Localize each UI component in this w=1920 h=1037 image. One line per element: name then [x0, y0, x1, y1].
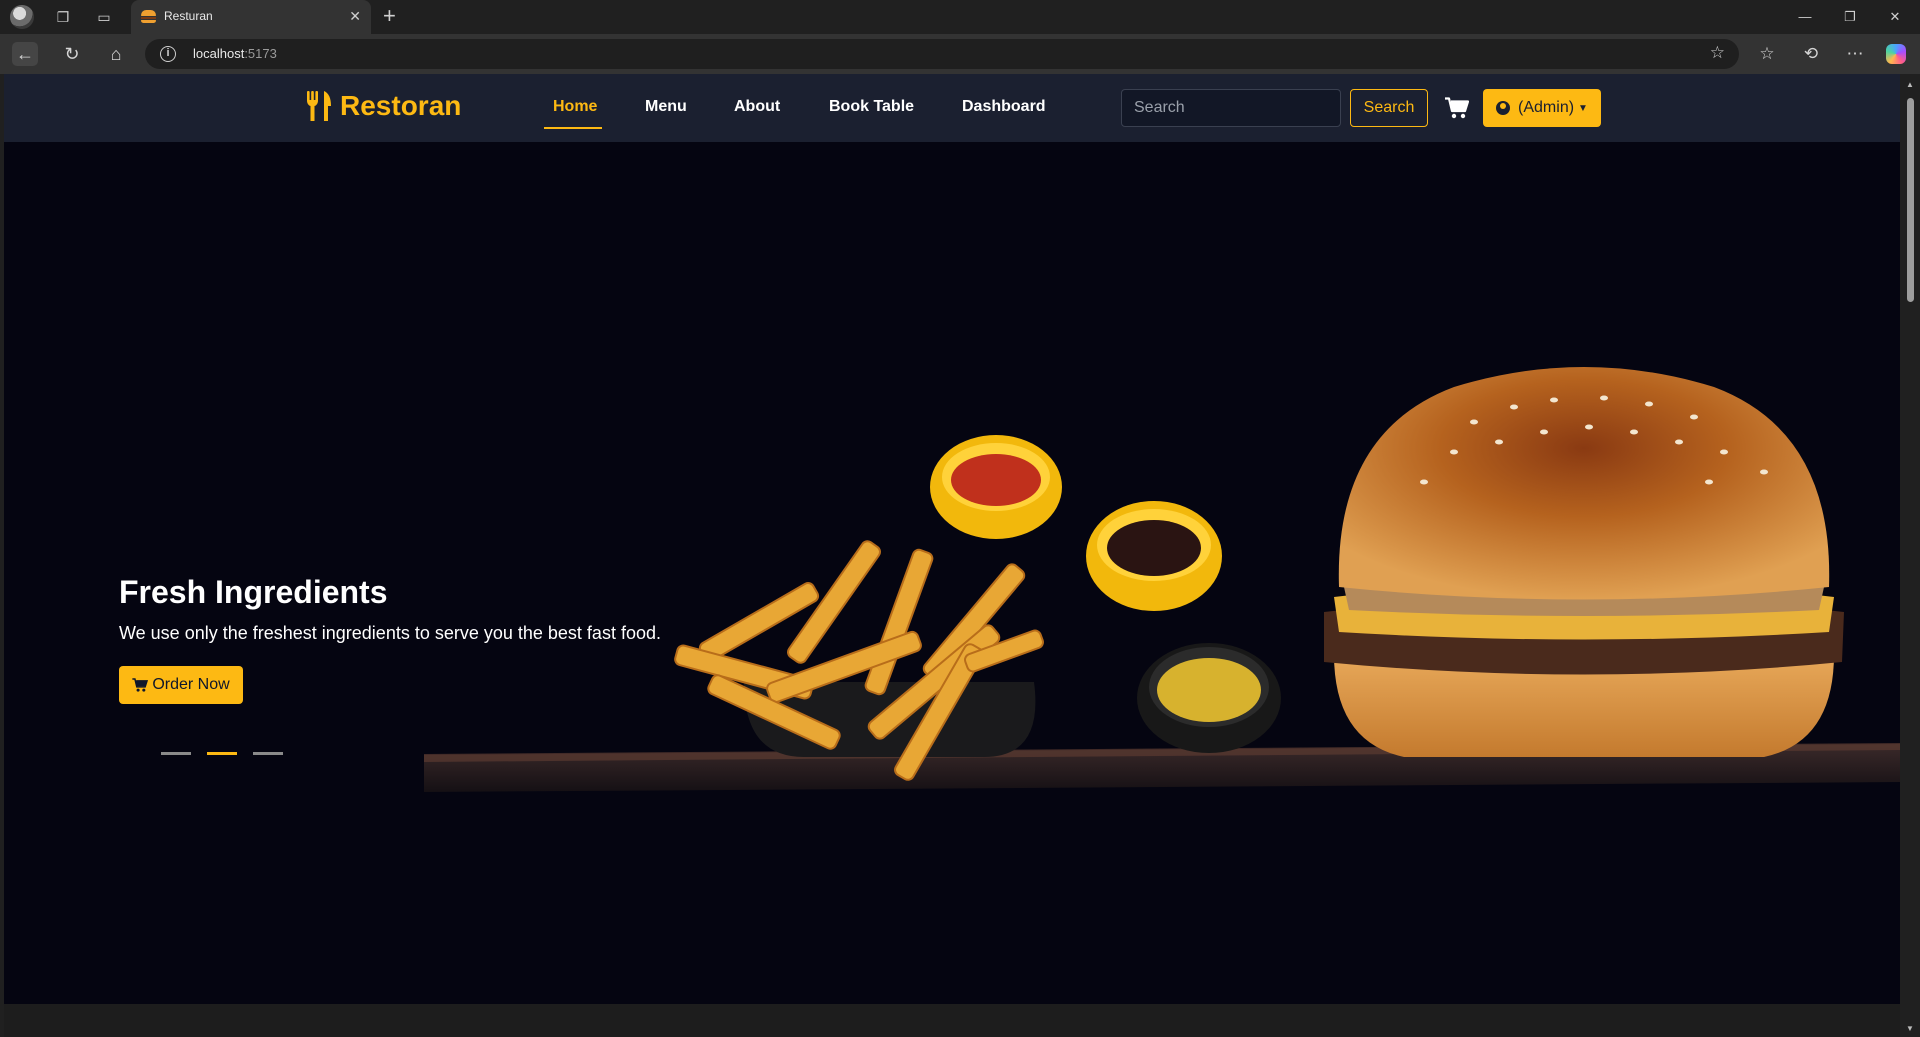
carousel-indicator-2[interactable] — [207, 752, 237, 755]
browser-tab[interactable]: Resturan ✕ — [131, 0, 371, 34]
address-bar[interactable]: i localhost:5173 ☆ — [145, 39, 1739, 69]
scroll-up-icon[interactable]: ▲ — [1906, 80, 1914, 89]
back-icon[interactable]: ← — [12, 42, 38, 66]
account-label: (Admin) — [1518, 99, 1575, 116]
copilot-icon[interactable] — [1886, 44, 1906, 64]
scroll-thumb[interactable] — [1907, 98, 1914, 302]
info-icon[interactable]: i — [160, 46, 176, 62]
close-window-icon[interactable]: ✕ — [1880, 6, 1910, 28]
carousel-indicator-1[interactable] — [161, 752, 191, 755]
account-dropdown-button[interactable]: (Admin) ▼ — [1483, 89, 1601, 127]
nav-link-about[interactable]: About — [734, 98, 780, 116]
page-scrollbar[interactable]: ▲ ▼ — [1900, 74, 1920, 1037]
tab-title: Resturan — [164, 9, 213, 23]
hero-title: Fresh Ingredients — [119, 574, 388, 610]
burger-favicon-icon — [141, 10, 156, 23]
mustard-bowl — [1137, 643, 1281, 753]
home-icon[interactable]: ⌂ — [103, 42, 129, 66]
hero-subtitle: We use only the freshest ingredients to … — [119, 623, 661, 643]
order-now-label: Order Now — [152, 676, 230, 693]
page-viewport: Restoran Home Menu About Book Table Dash… — [4, 74, 1900, 1037]
workspaces-icon[interactable]: ❐ — [52, 6, 74, 28]
favorite-star-icon[interactable]: ☆ — [1710, 43, 1725, 63]
brand-logo[interactable]: Restoran — [306, 90, 461, 122]
history-icon[interactable]: ⟲ — [1798, 42, 1824, 66]
minimize-icon[interactable]: — — [1790, 6, 1820, 28]
hero-carousel: Fresh Ingredients We use only the freshe… — [4, 142, 1900, 1004]
search-input[interactable] — [1121, 89, 1341, 127]
cart-icon — [132, 678, 149, 692]
nav-link-dashboard[interactable]: Dashboard — [962, 98, 1046, 116]
nav-link-home[interactable]: Home — [553, 98, 597, 116]
burger — [1324, 367, 1844, 757]
next-section-edge — [4, 1004, 1900, 1037]
more-icon[interactable]: ⋯ — [1842, 42, 1868, 66]
carousel-indicator-3[interactable] — [253, 752, 283, 755]
new-tab-icon[interactable]: + — [383, 4, 396, 28]
active-nav-underline — [544, 127, 602, 129]
caret-down-icon: ▼ — [1578, 102, 1588, 114]
bbq-sauce-bowl — [1086, 501, 1222, 611]
ketchup-bowl — [930, 435, 1062, 539]
search-button[interactable]: Search — [1350, 89, 1428, 127]
site-navbar: Restoran Home Menu About Book Table Dash… — [4, 74, 1900, 142]
nav-link-menu[interactable]: Menu — [645, 98, 687, 116]
favorites-icon[interactable]: ☆ — [1754, 42, 1780, 66]
nav-link-book-table[interactable]: Book Table — [829, 98, 914, 116]
cart-icon[interactable] — [1445, 97, 1469, 119]
user-circle-icon — [1496, 101, 1511, 115]
close-tab-icon[interactable]: ✕ — [349, 8, 361, 24]
browser-titlebar: ❐ ▭ Resturan ✕ + — ❐ ✕ — [0, 0, 1920, 34]
scroll-down-icon[interactable]: ▼ — [1906, 1024, 1914, 1033]
refresh-icon[interactable]: ↻ — [59, 42, 85, 66]
brand-name: Restoran — [340, 90, 462, 121]
url-text[interactable]: localhost:5173 — [193, 46, 277, 61]
browser-toolbar: ← ↻ ⌂ i localhost:5173 ☆ ☆ ⟲ ⋯ — [0, 34, 1920, 74]
utensils-icon — [307, 91, 331, 121]
hero-food-image — [424, 367, 1900, 792]
profile-avatar[interactable] — [10, 5, 34, 29]
tab-actions-icon[interactable]: ▭ — [93, 6, 115, 28]
restore-icon[interactable]: ❐ — [1835, 6, 1865, 28]
order-now-button[interactable]: Order Now — [119, 666, 243, 704]
